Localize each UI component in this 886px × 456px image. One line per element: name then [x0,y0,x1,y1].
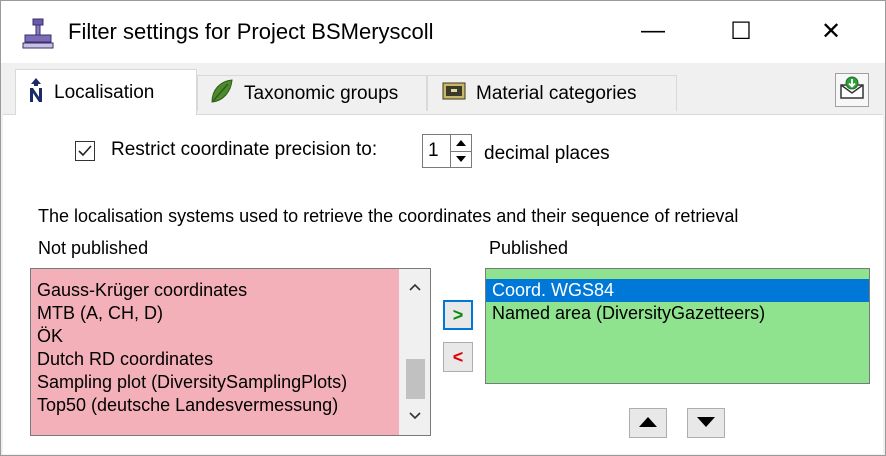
precision-value[interactable]: 1 [428,140,439,162]
close-button[interactable]: ✕ [801,9,861,53]
not-published-header: Not published [38,238,149,258]
tab-localisation-label: Localisation [54,81,155,103]
triangle-up-icon [639,414,657,432]
mail-download-button[interactable] [835,73,869,107]
move-down-button[interactable] [687,408,725,438]
list-item[interactable]: MTB (A, CH, D) [31,302,399,325]
vertical-scrollbar[interactable] [399,269,430,435]
leaf-icon [208,78,234,110]
move-to-not-published-button[interactable]: < [443,342,473,372]
move-up-button[interactable] [629,408,667,438]
cabinet-icon [442,81,466,107]
list-item[interactable]: Sampling plot (DiversitySamplingPlots) [31,371,399,394]
list-item[interactable]: ÖK [31,325,399,348]
localisation-description: The localisation systems used to retriev… [38,206,739,226]
stamp-icon [21,18,55,50]
not-published-list[interactable]: Gauss-Krüger coordinates MTB (A, CH, D) … [30,268,431,436]
localisation-panel: Restrict coordinate precision to: 1 deci… [3,114,883,454]
scrollbar-thumb[interactable] [406,359,425,399]
maximize-button[interactable]: ☐ [711,9,771,53]
tab-material-categories[interactable]: Material categories [427,75,677,111]
tab-material-categories-label: Material categories [476,82,637,104]
restrict-precision-label: Restrict coordinate precision to: [111,139,378,160]
title-bar: Filter settings for Project BSMeryscoll … [1,1,885,63]
move-to-published-button[interactable]: > [443,300,473,330]
precision-spinner[interactable]: 1 [422,134,472,168]
triangle-down-icon [697,414,715,432]
tab-localisation[interactable]: Localisation [15,69,197,115]
published-list[interactable]: Coord. WGS84 Named area (DiversityGazett… [485,268,870,384]
list-item[interactable]: Named area (DiversityGazetteers) [486,302,869,325]
scroll-up-icon[interactable] [399,275,430,299]
decimal-places-label: decimal places [484,143,610,164]
scroll-down-icon[interactable] [399,404,430,428]
filter-settings-window: Filter settings for Project BSMeryscoll … [0,0,886,456]
spinner-buttons [450,135,471,167]
published-header: Published [489,238,569,258]
list-item[interactable]: Gauss-Krüger coordinates [31,279,399,302]
tab-taxonomic-groups[interactable]: Taxonomic groups [197,75,427,111]
spinner-down-button[interactable] [451,151,471,167]
minimize-button[interactable]: — [623,9,683,53]
north-arrow-icon [28,77,44,108]
window-title: Filter settings for Project BSMeryscoll [68,19,434,44]
tab-strip: Localisation Taxonomic groups Material c… [1,63,885,115]
tab-taxonomic-groups-label: Taxonomic groups [244,82,399,104]
list-item[interactable]: Dutch RD coordinates [31,348,399,371]
mail-download-icon [839,76,865,105]
spinner-up-button[interactable] [451,135,471,152]
restrict-precision-checkbox[interactable] [75,141,95,161]
list-item[interactable]: Top50 (deutsche Landesvermessung) [31,394,399,417]
list-item[interactable]: Coord. WGS84 [486,279,869,302]
